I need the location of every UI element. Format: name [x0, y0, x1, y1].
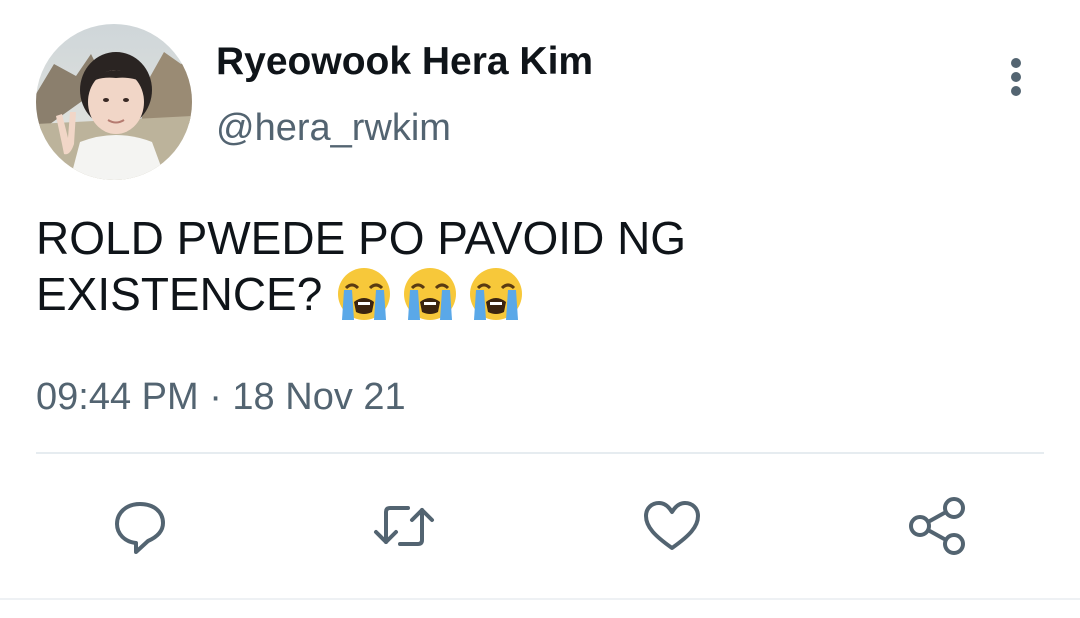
reply-button[interactable] [108, 494, 172, 558]
reply-bubble-icon [115, 502, 165, 554]
retweet-icon [374, 506, 434, 546]
loudly-crying-face-icon [338, 268, 391, 320]
share-button[interactable] [906, 494, 970, 558]
heart-icon [644, 501, 700, 550]
divider [36, 452, 1044, 454]
display-name[interactable]: Ryeowook Hera Kim [216, 40, 593, 84]
loudly-crying-face-icon [404, 268, 457, 320]
dot [1011, 58, 1021, 68]
action-bar [0, 494, 1080, 558]
user-handle[interactable]: @hera_rwkim [216, 107, 451, 150]
tweet-card: Ryeowook Hera Kim @hera_rwkim ROLD PWEDE… [0, 0, 1080, 618]
avatar[interactable] [36, 24, 192, 180]
retweet-button[interactable] [372, 494, 436, 558]
share-icon [909, 497, 965, 555]
emoji-group [326, 266, 524, 334]
loudly-crying-face-icon [470, 268, 523, 320]
dot [1011, 72, 1021, 82]
tweet-timestamp[interactable]: 09:44 PM · 18 Nov 21 [36, 376, 406, 419]
dot [1011, 86, 1021, 96]
tweet-text-line1: ROLD PWEDE PO PAVOID NG [36, 212, 687, 264]
like-button[interactable] [640, 494, 704, 558]
tweet-text: ROLD PWEDE PO PAVOID NG EXISTENCE? [36, 210, 1036, 334]
tweet-text-line2: EXISTENCE? [36, 268, 323, 320]
more-options-icon[interactable] [996, 52, 1036, 102]
bottom-divider [0, 598, 1080, 600]
